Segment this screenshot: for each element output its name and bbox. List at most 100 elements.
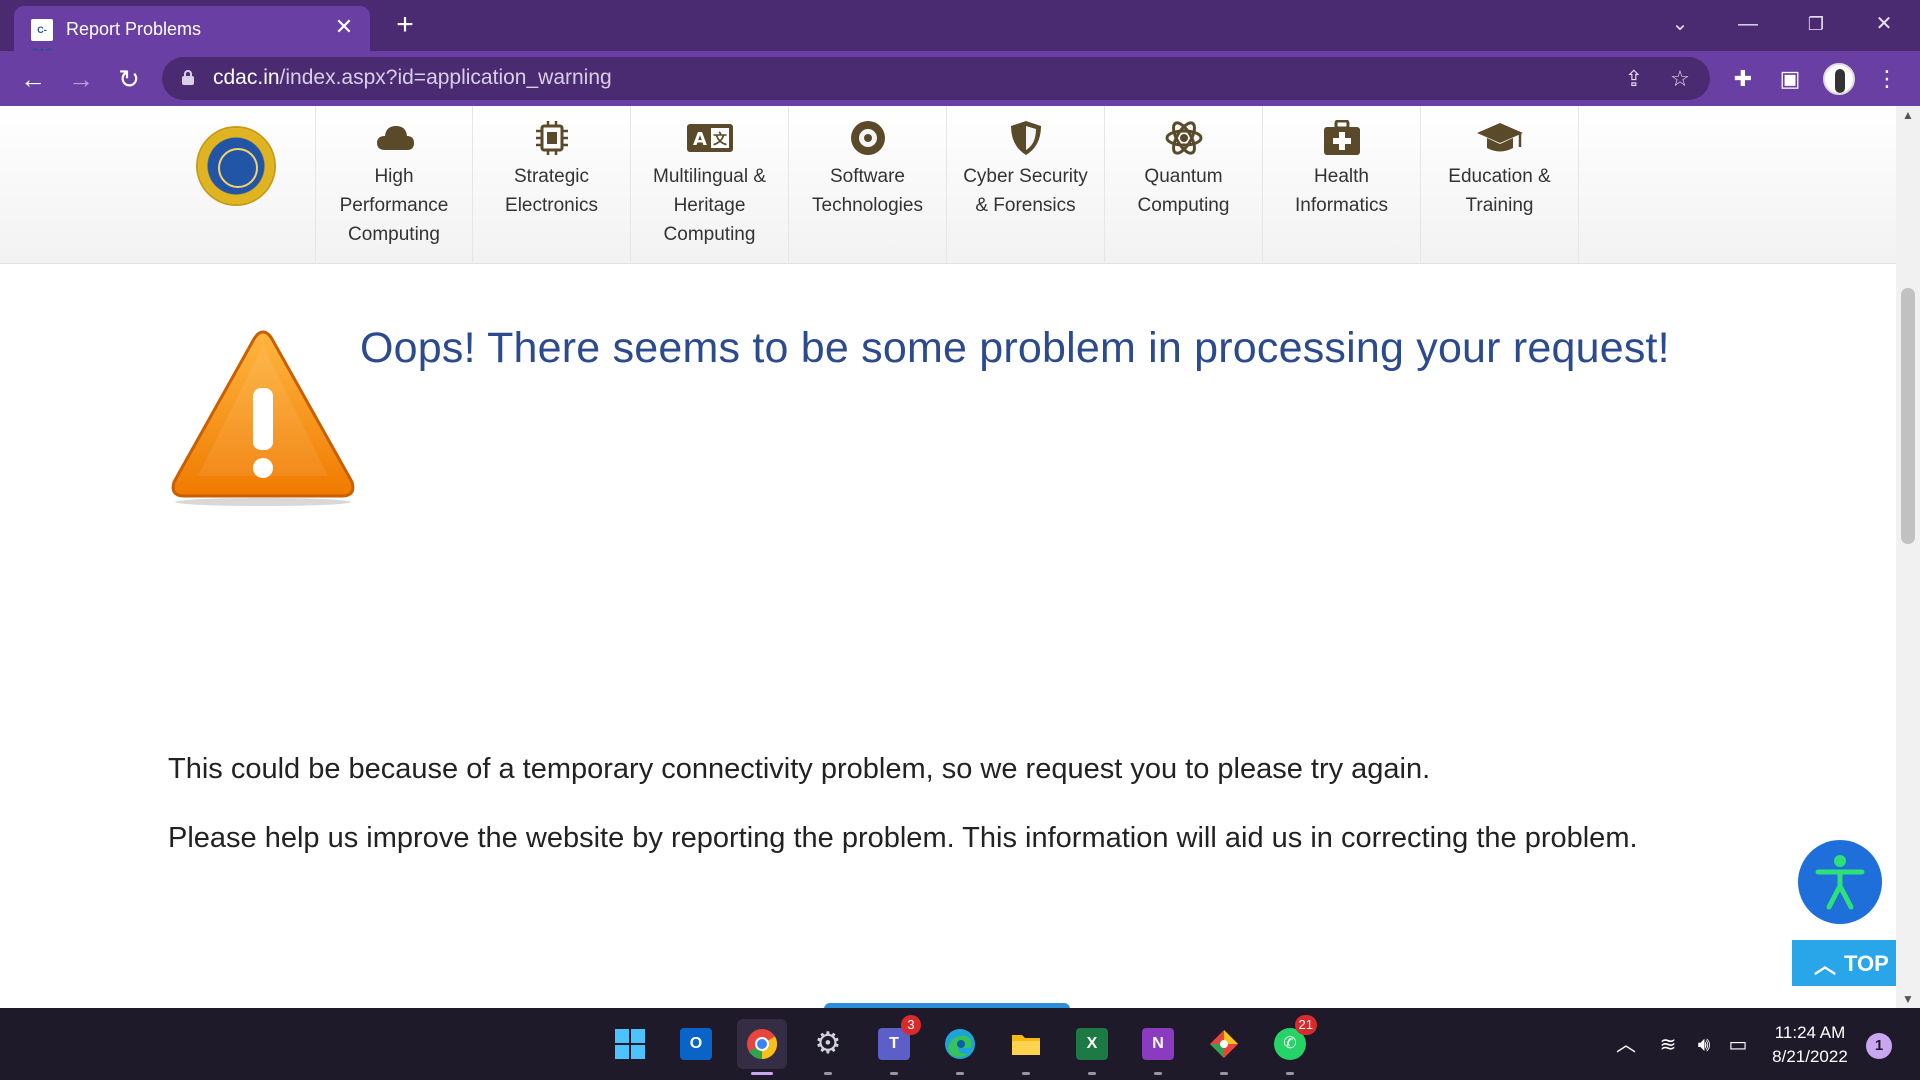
chrome-icon	[746, 1028, 778, 1060]
error-heading: Oops! There seems to be some problem in …	[360, 324, 1670, 372]
warning-icon	[171, 330, 355, 506]
tab-close-icon[interactable]: ✕	[332, 15, 356, 39]
minimize-icon[interactable]: —	[1728, 8, 1768, 40]
menu-item-label: Cyber Security & Forensics	[963, 166, 1088, 216]
settings-gear-icon: ⚙	[814, 1027, 842, 1060]
edge-icon	[944, 1028, 976, 1060]
clock-date: 8/21/2022	[1772, 1047, 1848, 1066]
browser-toolbar: ← → ↻ cdac.in/index.aspx?id=application_…	[0, 51, 1920, 106]
notification-count-badge[interactable]: 1	[1866, 1033, 1892, 1059]
graduation-cap-icon	[1477, 123, 1523, 152]
taskbar-chrome[interactable]	[737, 1019, 787, 1075]
atom-icon	[1165, 121, 1203, 155]
language-icon: A 文	[687, 124, 733, 152]
menu-kebab-icon[interactable]: ⋮	[1870, 62, 1904, 96]
bookmark-star-icon[interactable]: ☆	[1664, 63, 1696, 95]
web-page: High Performance Computing Strategic Ele…	[0, 106, 1896, 1008]
menu-item-label: Multilingual & Heritage Computing	[653, 166, 766, 245]
reload-icon[interactable]: ↻	[112, 62, 146, 96]
taskbar-settings[interactable]: ⚙	[803, 1019, 853, 1075]
show-hidden-icons-chevron-icon[interactable]: ︿	[1612, 1031, 1640, 1059]
menu-item-software-technologies[interactable]: Software Technologies	[789, 106, 947, 264]
restore-icon[interactable]: ❐	[1796, 8, 1836, 40]
taskbar-teams[interactable]: T 3	[869, 1015, 921, 1075]
forward-arrow-icon[interactable]: →	[64, 62, 98, 96]
menu-item-label: Quantum Computing	[1137, 166, 1230, 216]
taskbar-whatsapp[interactable]: ✆ 21	[1265, 1015, 1317, 1075]
taskbar-file-explorer[interactable]	[1001, 1019, 1051, 1075]
menu-item-label: Software Technologies	[812, 166, 923, 216]
menu-item-education-training[interactable]: Education & Training	[1421, 106, 1579, 264]
share-icon[interactable]: ⇪	[1618, 63, 1650, 95]
menu-item-multilingual-heritage-computing[interactable]: A 文 Multilingual & Heritage Computing	[631, 106, 789, 264]
menu-item-quantum-computing[interactable]: Quantum Computing	[1105, 106, 1263, 264]
profile-avatar[interactable]	[1823, 63, 1855, 95]
cloud-icon	[377, 126, 414, 150]
clock-time: 11:24 AM	[1774, 1023, 1846, 1042]
system-clock[interactable]: 11:24 AM 8/21/2022	[1768, 1021, 1852, 1069]
menu-item-health-informatics[interactable]: Health Informatics	[1263, 106, 1421, 264]
running-indicator	[956, 1072, 964, 1075]
tab-title: Report Problems	[66, 19, 202, 39]
running-indicator	[1022, 1072, 1030, 1075]
address-bar[interactable]: cdac.in/index.aspx?id=application_warnin…	[162, 57, 1710, 100]
browser-tab-strip: C-DAC Report Problems ✕ + ⌄ — ❐ ✕	[0, 0, 1920, 57]
excel-icon: X	[1076, 1028, 1108, 1060]
page-scrollbar[interactable]: ▲ ▼	[1896, 106, 1920, 1008]
domain-navigation-menu: High Performance Computing Strategic Ele…	[0, 106, 1896, 264]
scrollbar-thumb[interactable]	[1901, 288, 1915, 544]
window-close-icon[interactable]: ✕	[1864, 8, 1904, 40]
disc-icon	[851, 121, 885, 155]
cdac-favicon-icon: C-DAC	[31, 19, 53, 57]
battery-icon[interactable]: ▭	[1724, 1031, 1752, 1059]
tab-search-chevron-icon[interactable]: ⌄	[1660, 8, 1700, 40]
wifi-icon[interactable]: ≋	[1654, 1031, 1682, 1059]
chip-icon	[536, 121, 568, 155]
back-to-top-button[interactable]: ︿ TOP	[1792, 940, 1896, 986]
onenote-icon: N	[1142, 1028, 1174, 1060]
running-indicator	[1088, 1072, 1096, 1075]
menu-item-label: Strategic Electronics	[505, 166, 598, 216]
folder-icon	[1010, 1028, 1042, 1060]
accessibility-person-icon	[1815, 855, 1865, 910]
svg-text:文: 文	[713, 131, 728, 148]
taskbar-edge[interactable]	[935, 1019, 985, 1075]
running-indicator	[1154, 1072, 1162, 1075]
chevron-up-icon: ︿	[1814, 953, 1837, 978]
outlook-icon: O	[680, 1028, 712, 1060]
url-text: cdac.in/index.aspx?id=application_warnin…	[213, 66, 612, 89]
whatsapp-notification-badge: 21	[1294, 1015, 1317, 1035]
running-indicator	[751, 1072, 773, 1075]
error-explanation: This could be because of a temporary con…	[168, 753, 1431, 785]
menu-item-label: High Performance Computing	[339, 166, 449, 245]
teams-notification-badge: 3	[901, 1015, 921, 1035]
windows-logo-icon	[614, 1028, 646, 1060]
start-button[interactable]	[605, 1019, 655, 1069]
menu-item-label: Health Informatics	[1295, 166, 1388, 216]
running-indicator	[824, 1072, 832, 1075]
volume-icon[interactable]: 🔊︎	[1690, 1031, 1718, 1059]
menu-item-cyber-security-forensics[interactable]: Cyber Security & Forensics	[947, 106, 1105, 264]
back-arrow-icon[interactable]: ←	[16, 62, 50, 96]
cdac-logo[interactable]	[198, 128, 274, 204]
accessibility-widget-button[interactable]	[1798, 840, 1882, 924]
extensions-puzzle-icon[interactable]: ✚	[1726, 62, 1760, 96]
menu-item-high-performance-computing[interactable]: High Performance Computing	[315, 106, 473, 264]
shield-icon	[1011, 121, 1041, 155]
taskbar-outlook[interactable]: O	[671, 1019, 721, 1069]
side-panel-icon[interactable]: ▣	[1773, 62, 1807, 96]
snipping-tool-icon	[1208, 1028, 1240, 1060]
menu-item-strategic-electronics[interactable]: Strategic Electronics	[473, 106, 631, 264]
browser-tab[interactable]: C-DAC Report Problems ✕	[14, 6, 370, 57]
taskbar-snipping-tool[interactable]	[1199, 1019, 1249, 1075]
new-tab-icon[interactable]: +	[390, 10, 420, 40]
report-request-text: Please help us improve the website by re…	[168, 822, 1638, 854]
scroll-down-arrow-icon[interactable]: ▼	[1896, 990, 1920, 1008]
lock-icon	[182, 70, 194, 85]
taskbar-excel[interactable]: X	[1067, 1019, 1117, 1075]
scroll-up-arrow-icon[interactable]: ▲	[1896, 106, 1920, 124]
svg-text:A: A	[693, 129, 707, 150]
taskbar-onenote[interactable]: N	[1133, 1019, 1183, 1075]
medical-kit-icon	[1324, 120, 1360, 155]
menu-item-label: Education & Training	[1448, 166, 1551, 216]
